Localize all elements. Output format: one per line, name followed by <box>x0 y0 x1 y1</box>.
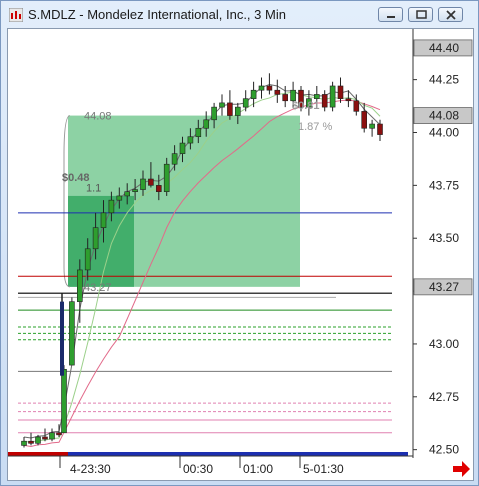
close-icon <box>446 10 456 20</box>
candle[interactable] <box>203 119 209 129</box>
candle[interactable] <box>21 440 27 446</box>
candle[interactable] <box>69 301 75 366</box>
app-window: S.MDLZ - Mondelez International, Inc., 3… <box>0 0 479 486</box>
y-axis-tick-label: 43.00 <box>429 337 459 351</box>
price-axis[interactable] <box>413 29 473 480</box>
candle[interactable] <box>369 123 375 129</box>
chart-area[interactable]: 44.08 43.27 $0.48 1.1 $0.81 1.87 % 44.25 44.00 4… <box>7 28 474 481</box>
candle[interactable] <box>321 94 328 108</box>
candle[interactable] <box>219 102 225 108</box>
candle[interactable] <box>35 436 41 444</box>
large-gain-label: $0.81 <box>292 100 320 112</box>
small-gain-pct-label: 1.1 <box>86 183 101 195</box>
maximize-icon <box>416 10 427 19</box>
close-button[interactable] <box>438 7 463 22</box>
candle[interactable] <box>108 199 115 214</box>
y-axis-tick-label: 44.00 <box>429 125 459 139</box>
candle[interactable] <box>211 106 217 121</box>
price-chart[interactable]: 44.0843.27$0.481.1$0.811.87 %44.2544.004… <box>8 29 473 480</box>
candle[interactable] <box>345 98 352 102</box>
candle[interactable] <box>171 153 178 165</box>
window-title: S.MDLZ - Mondelez International, Inc., 3… <box>28 7 286 22</box>
candle[interactable] <box>56 432 62 436</box>
candle[interactable] <box>148 178 154 186</box>
time-axis-label: 4-23:30 <box>70 462 111 476</box>
y-axis-tick-label: 43.75 <box>429 178 459 192</box>
minimize-button[interactable] <box>378 7 403 22</box>
candle[interactable] <box>116 195 123 201</box>
candle[interactable] <box>42 436 48 440</box>
candle[interactable] <box>266 85 273 91</box>
y-axis-tick-label: 43.50 <box>429 231 459 245</box>
candle[interactable] <box>313 94 320 99</box>
level-price-flag-label: 43.27 <box>429 280 459 294</box>
candle[interactable] <box>156 185 162 192</box>
candle[interactable] <box>84 248 91 271</box>
candle[interactable] <box>353 100 360 112</box>
candle[interactable] <box>250 89 257 99</box>
candle[interactable] <box>329 85 336 108</box>
large-gain-pct-label: 1.87 % <box>298 121 332 133</box>
candle[interactable] <box>179 142 186 154</box>
candle[interactable] <box>77 269 83 302</box>
top-price-flag-label: 44.40 <box>429 41 459 55</box>
app-icon <box>9 8 23 22</box>
candle[interactable] <box>61 369 67 434</box>
candle[interactable] <box>227 102 233 116</box>
y-axis-tick-label: 44.25 <box>429 73 459 87</box>
candle[interactable] <box>140 178 146 190</box>
candle[interactable] <box>28 440 34 444</box>
candle[interactable] <box>92 227 99 250</box>
candle[interactable] <box>258 85 265 91</box>
candle[interactable] <box>235 106 241 116</box>
candle[interactable] <box>124 191 130 197</box>
time-axis-label: 01:00 <box>243 462 273 476</box>
title-bar[interactable]: S.MDLZ - Mondelez International, Inc., 3… <box>1 1 478 28</box>
candle[interactable] <box>60 301 64 376</box>
y-axis-tick-label: 42.75 <box>429 390 459 404</box>
maximize-button[interactable] <box>408 7 433 22</box>
box-top-value-label: 44.08 <box>84 111 112 123</box>
candle[interactable] <box>163 163 170 192</box>
y-axis-tick-label: 42.50 <box>429 443 459 457</box>
candle[interactable] <box>337 85 344 99</box>
candle[interactable] <box>282 94 289 102</box>
box-bottom-value-label: 43.27 <box>84 282 112 294</box>
candle[interactable] <box>187 136 194 144</box>
candle[interactable] <box>132 189 138 192</box>
current-price-flag-label: 44.08 <box>429 109 459 123</box>
candle[interactable] <box>100 212 107 228</box>
time-axis-label: 5-01:30 <box>303 462 344 476</box>
candle[interactable] <box>377 123 383 135</box>
candle[interactable] <box>274 89 281 95</box>
candle[interactable] <box>361 111 368 129</box>
time-axis-label: 00:30 <box>183 462 213 476</box>
candle[interactable] <box>49 432 55 440</box>
minimize-icon <box>387 16 395 18</box>
candle[interactable] <box>195 127 202 138</box>
candle[interactable] <box>242 98 249 108</box>
bottom-blue-bar <box>68 452 408 456</box>
